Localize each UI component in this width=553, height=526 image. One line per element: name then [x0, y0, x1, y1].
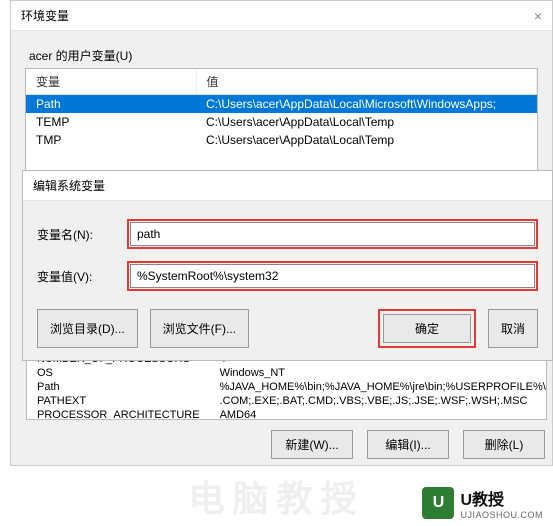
- user-vars-label: acer 的用户变量(U): [29, 47, 538, 64]
- var-name-input[interactable]: [130, 222, 535, 246]
- table-row[interactable]: Path%JAVA_HOME%\bin;%JAVA_HOME%\jre\bin;…: [27, 380, 547, 394]
- watermark-ghost: 电脑教授: [188, 470, 364, 522]
- new-button[interactable]: 新建(W)...: [271, 430, 353, 459]
- watermark-url: UJIAOSHOU.COM: [460, 510, 543, 520]
- table-row[interactable]: TEMP C:\Users\acer\AppData\Local\Temp: [26, 113, 537, 131]
- dialog-titlebar: 环境变量 ×: [11, 1, 552, 31]
- sys-vars-buttons: 新建(W)... 编辑(I)... 删除(L): [26, 430, 545, 459]
- cancel-button[interactable]: 取消: [488, 309, 538, 348]
- u-badge-icon: U: [422, 487, 454, 519]
- col-variable[interactable]: 变量: [26, 69, 196, 95]
- subdialog-title: 编辑系统变量: [23, 171, 552, 201]
- watermark-logo: U U教授 UJIAOSHOU.COM: [422, 486, 543, 520]
- watermark-name: U教授: [460, 486, 543, 510]
- table-row[interactable]: TMP C:\Users\acer\AppData\Local\Temp: [26, 131, 537, 149]
- browse-dir-button[interactable]: 浏览目录(D)...: [37, 309, 138, 348]
- close-icon[interactable]: ×: [534, 8, 542, 24]
- dialog-title: 环境变量: [21, 7, 69, 24]
- var-name-label: 变量名(N):: [37, 226, 127, 243]
- table-row[interactable]: OSWindows_NT: [27, 366, 547, 380]
- browse-file-button[interactable]: 浏览文件(F)...: [150, 309, 249, 348]
- delete-button[interactable]: 删除(L): [463, 430, 545, 459]
- ok-highlight: 确定: [378, 309, 476, 348]
- edit-button[interactable]: 编辑(I)...: [367, 430, 449, 459]
- var-value-input[interactable]: [130, 264, 535, 288]
- table-row[interactable]: Path C:\Users\acer\AppData\Local\Microso…: [26, 95, 537, 114]
- ok-button[interactable]: 确定: [383, 314, 471, 343]
- table-row[interactable]: PROCESSOR_ARCHITECTUREAMD64: [27, 408, 547, 420]
- var-value-label: 变量值(V):: [37, 268, 127, 285]
- col-value[interactable]: 值: [196, 69, 537, 95]
- edit-sysvar-dialog: 编辑系统变量 变量名(N): 变量值(V): 浏览目录(D)... 浏览文件(F…: [22, 170, 553, 361]
- table-row[interactable]: PATHEXT.COM;.EXE;.BAT;.CMD;.VBS;.VBE;.JS…: [27, 394, 547, 408]
